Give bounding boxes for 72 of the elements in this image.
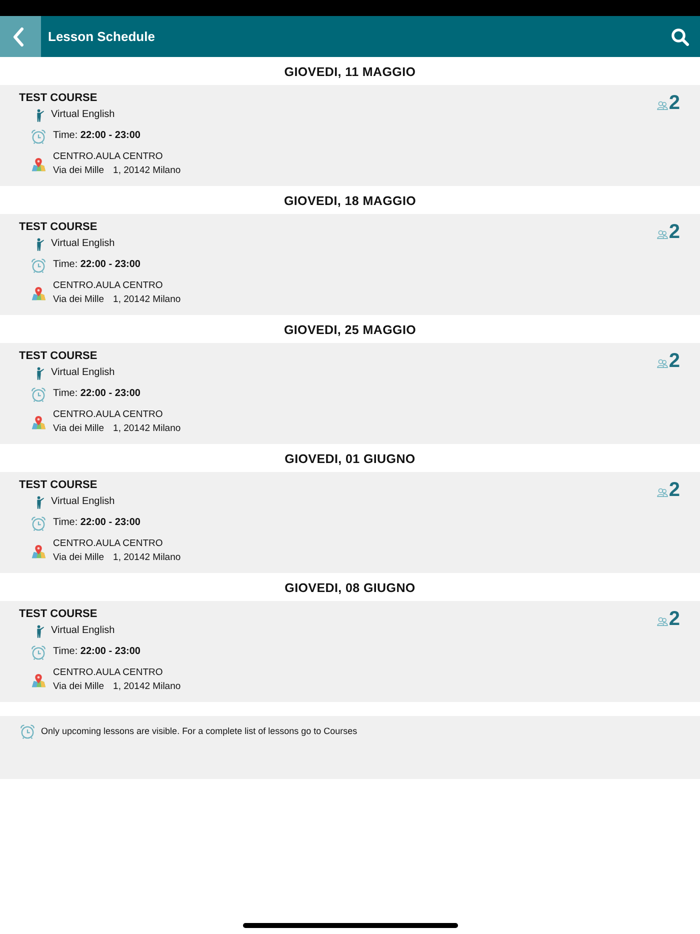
teacher-icon <box>36 238 44 250</box>
lesson-time: Time: 22:00 - 23:00 <box>53 129 140 143</box>
course-title: TEST COURSE <box>19 478 98 492</box>
date-heading: GIOVEDI, 01 GIUGNO <box>284 450 416 468</box>
alarm-clock-icon <box>20 724 35 739</box>
back-button[interactable] <box>0 16 41 57</box>
map-pin-icon <box>31 156 46 172</box>
postal-city: 1, 20142 Milano <box>113 164 181 178</box>
participant-count: 2 <box>668 607 680 631</box>
alarm-clock-icon <box>31 644 46 660</box>
teacher-icon <box>36 108 44 122</box>
lesson-card[interactable]: TEST COURSE Virtual English Time: 22:00 - 23:00 CENTRO.AULA CENTRO Via dei Mille 1, 20142 Milano 2 <box>0 85 700 186</box>
teacher-name: Virtual English <box>51 495 115 509</box>
participant-count: 2 <box>668 349 680 373</box>
participant-count: 2 <box>668 91 680 115</box>
page-title: Lesson Schedule <box>48 29 156 44</box>
postal-city: 1, 20142 Milano <box>113 293 181 307</box>
street-address: Via dei Mille <box>53 293 104 307</box>
map-pin-icon <box>31 672 46 688</box>
course-title: TEST COURSE <box>19 91 98 105</box>
classroom-name: CENTRO.AULA CENTRO <box>53 537 164 551</box>
lesson-card[interactable]: TEST COURSE Virtual English Time: 22:00 - 23:00 CENTRO.AULA CENTRO Via dei Mille 1, 20142 Milano 2 <box>0 472 700 573</box>
search-icon <box>671 28 689 46</box>
lesson-time: Time: 22:00 - 23:00 <box>53 516 140 530</box>
date-heading: GIOVEDI, 18 MAGGIO <box>282 192 418 210</box>
people-icon <box>656 100 668 110</box>
date-heading: GIOVEDI, 08 GIUGNO <box>284 580 416 596</box>
course-title: TEST COURSE <box>19 349 98 363</box>
participant-count: 2 <box>668 478 680 502</box>
lesson-time: Time: 22:00 - 23:00 <box>53 387 140 401</box>
classroom-name: CENTRO.AULA CENTRO <box>53 279 164 293</box>
map-pin-icon <box>31 544 46 558</box>
teacher-name: Virtual English <box>51 108 115 122</box>
alarm-clock-icon <box>31 258 46 272</box>
classroom-name: CENTRO.AULA CENTRO <box>53 408 164 422</box>
street-address: Via dei Mille <box>53 164 104 178</box>
date-heading: GIOVEDI, 11 MAGGIO <box>283 64 417 80</box>
map-pin-icon <box>31 414 46 430</box>
lesson-card[interactable]: TEST COURSE Virtual English Time: 22:00 - 23:00 CENTRO.AULA CENTRO Via dei Mille 1, 20142 Milano 2 <box>0 214 700 315</box>
lesson-card[interactable]: TEST COURSE Virtual English Time: 22:00 - 23:00 CENTRO.AULA CENTRO Via dei Mille 1, 20142 Milano 2 <box>0 601 700 702</box>
info-message: Only upcoming lessons are visible. For a complete list of lessons go to Courses <box>41 725 358 738</box>
teacher-icon <box>36 366 44 380</box>
course-title: TEST COURSE <box>19 607 98 621</box>
postal-city: 1, 20142 Milano <box>113 680 181 694</box>
map-pin-icon <box>31 286 46 300</box>
people-icon <box>656 616 668 626</box>
teacher-name: Virtual English <box>51 237 115 251</box>
lesson-time: Time: 22:00 - 23:00 <box>53 258 140 272</box>
chevron-left-icon <box>12 26 24 46</box>
alarm-clock-icon <box>31 516 46 530</box>
street-address: Via dei Mille <box>53 551 104 565</box>
teacher-icon <box>36 624 44 638</box>
people-icon <box>656 230 668 238</box>
teacher-icon <box>36 496 44 508</box>
teacher-name: Virtual English <box>51 366 115 380</box>
postal-city: 1, 20142 Milano <box>113 422 181 436</box>
lesson-time: Time: 22:00 - 23:00 <box>53 645 140 659</box>
street-address: Via dei Mille <box>53 422 104 436</box>
lesson-card[interactable]: TEST COURSE Virtual English Time: 22:00 - 23:00 CENTRO.AULA CENTRO Via dei Mille 1, 20142 Milano 2 <box>0 343 700 444</box>
classroom-name: CENTRO.AULA CENTRO <box>53 666 164 680</box>
alarm-clock-icon <box>31 128 46 144</box>
course-title: TEST COURSE <box>19 220 98 234</box>
participant-count: 2 <box>668 220 680 244</box>
classroom-name: CENTRO.AULA CENTRO <box>53 150 164 164</box>
postal-city: 1, 20142 Milano <box>113 551 181 565</box>
teacher-name: Virtual English <box>51 624 115 638</box>
people-icon <box>656 358 668 368</box>
search-button[interactable] <box>671 28 689 46</box>
alarm-clock-icon <box>31 386 46 402</box>
street-address: Via dei Mille <box>53 680 104 694</box>
people-icon <box>656 488 668 496</box>
date-heading: GIOVEDI, 25 MAGGIO <box>282 322 418 338</box>
